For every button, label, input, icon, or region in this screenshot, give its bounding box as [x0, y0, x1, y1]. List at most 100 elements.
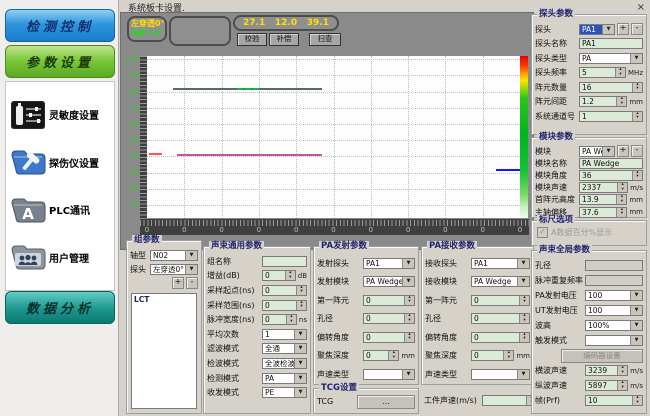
spinner-down-icon[interactable]: ▾: [405, 319, 414, 324]
module-select[interactable]: PA Wedge▼: [579, 146, 615, 157]
gain[interactable]: 0▴▾: [262, 270, 296, 281]
module-name-input[interactable]: PA Wedge: [579, 158, 643, 169]
module-velocity[interactable]: 2337▴▾: [579, 182, 628, 193]
sample-start[interactable]: 0▴▾: [262, 285, 307, 296]
module-angle[interactable]: 36▴▾: [579, 170, 643, 181]
spinner-buttons[interactable]: ▴▾: [616, 195, 626, 204]
spinner-buttons[interactable]: ▴▾: [632, 396, 642, 405]
chevron-down-icon[interactable]: ▼: [517, 370, 529, 379]
spinner-buttons[interactable]: ▴▾: [632, 112, 642, 121]
filter-mode-select[interactable]: 全通▼: [262, 343, 307, 354]
chevron-down-icon[interactable]: ▼: [294, 344, 306, 353]
spinner-buttons[interactable]: ▴▾: [617, 183, 627, 192]
spinner-down-icon[interactable]: ▾: [504, 356, 513, 361]
chevron-down-icon[interactable]: ▼: [602, 25, 614, 34]
remove-button[interactable]: -: [186, 277, 198, 289]
tx-focus-depth[interactable]: 0▴▾: [363, 350, 399, 361]
ut-voltage-select[interactable]: 100▼: [585, 305, 643, 316]
spinner-down-icon[interactable]: ▾: [616, 73, 625, 78]
detection-control-button[interactable]: 检测控制: [5, 9, 115, 42]
rx-focus-depth[interactable]: 0▴▾: [471, 350, 514, 361]
close-icon[interactable]: ×: [637, 3, 645, 13]
spinner-buttons[interactable]: ▴▾: [617, 381, 627, 390]
calibrate-button[interactable]: 校验: [237, 33, 267, 46]
main-axis-offset[interactable]: 37.6▴▾: [579, 207, 627, 218]
spinner-buttons[interactable]: ▴▾: [519, 333, 529, 342]
menu-item-sensitivity[interactable]: 灵敏度设置: [6, 100, 114, 130]
menu-item-flaw-detector[interactable]: 探伤仪设置: [6, 147, 114, 177]
rx-aperture[interactable]: 0▴▾: [471, 313, 530, 324]
rx-velocity-type-select[interactable]: ▼: [471, 369, 530, 380]
chevron-down-icon[interactable]: ▼: [185, 265, 197, 274]
probe-select[interactable]: PA1▼: [579, 24, 615, 35]
chevron-down-icon[interactable]: ▼: [630, 321, 642, 330]
transmit-module-select[interactable]: PA Wedge▼: [363, 276, 415, 287]
spinner-buttons[interactable]: ▴▾: [404, 333, 414, 342]
spinner-down-icon[interactable]: ▾: [297, 305, 306, 310]
workpiece-velocity[interactable]: ▴▾: [482, 395, 537, 406]
spinner-down-icon[interactable]: ▾: [520, 300, 529, 305]
probe-type-select[interactable]: PA▼: [579, 53, 643, 64]
sample-range[interactable]: 0▴▾: [262, 300, 307, 311]
chevron-down-icon[interactable]: ▼: [402, 370, 414, 379]
chevron-down-icon[interactable]: ▼: [294, 330, 306, 339]
chevron-down-icon[interactable]: ▼: [630, 306, 642, 315]
spinner-buttons[interactable]: ▴▾: [388, 351, 398, 360]
spinner-down-icon[interactable]: ▾: [297, 290, 306, 295]
spinner-down-icon[interactable]: ▾: [405, 337, 414, 342]
spinner-buttons[interactable]: ▴▾: [617, 366, 627, 375]
average-count-select[interactable]: 1▼: [262, 329, 307, 340]
first-element-height[interactable]: 13.9▴▾: [579, 194, 627, 205]
detection-mode-select[interactable]: PA▼: [262, 373, 307, 384]
spinner-down-icon[interactable]: ▾: [633, 175, 642, 180]
list-item[interactable]: LCT: [132, 294, 196, 305]
spinner-down-icon[interactable]: ▾: [520, 337, 529, 342]
spinner-down-icon[interactable]: ▾: [618, 371, 627, 376]
add-button[interactable]: +: [172, 277, 184, 289]
tx-aperture[interactable]: 0▴▾: [363, 313, 415, 324]
spinner-buttons[interactable]: ▴▾: [616, 97, 626, 106]
remove-button[interactable]: -: [631, 23, 643, 35]
spinner-buttons[interactable]: ▴▾: [296, 301, 306, 310]
menu-item-user-management[interactable]: 用户管理: [6, 242, 114, 272]
compensate-button[interactable]: 补偿: [269, 33, 299, 46]
pa-voltage-select[interactable]: 100▼: [585, 290, 643, 301]
spinner-down-icon[interactable]: ▾: [633, 87, 642, 92]
system-channel[interactable]: 1▴▾: [579, 111, 643, 122]
add-button[interactable]: +: [617, 145, 629, 157]
wave-height-select[interactable]: 100%▼: [585, 320, 643, 331]
tx-velocity-type-select[interactable]: ▼: [363, 369, 415, 380]
spinner-down-icon[interactable]: ▾: [618, 386, 627, 391]
spinner-down-icon[interactable]: ▾: [633, 116, 642, 121]
pulse-width[interactable]: 0▴▾: [262, 314, 297, 325]
spinner-buttons[interactable]: ▴▾: [615, 68, 625, 77]
frame-prf[interactable]: 10▴▾: [585, 395, 643, 406]
chevron-down-icon[interactable]: ▼: [402, 277, 414, 286]
shear-velocity[interactable]: 3239▴▾: [585, 365, 628, 376]
element-pitch[interactable]: 1.2▴▾: [579, 96, 627, 107]
spinner-down-icon[interactable]: ▾: [618, 188, 627, 193]
chevron-down-icon[interactable]: ▼: [602, 147, 614, 156]
chevron-down-icon[interactable]: ▼: [402, 259, 414, 268]
parameter-settings-button[interactable]: 参数设置: [5, 45, 115, 78]
spinner-down-icon[interactable]: ▾: [286, 276, 295, 281]
chevron-down-icon[interactable]: ▼: [630, 54, 642, 63]
group-name-input[interactable]: [262, 256, 307, 267]
chevron-down-icon[interactable]: ▼: [630, 291, 642, 300]
spinner-down-icon[interactable]: ▾: [287, 320, 296, 325]
chevron-down-icon[interactable]: ▼: [185, 251, 197, 260]
chevron-down-icon[interactable]: ▼: [517, 277, 529, 286]
rectification-mode-select[interactable]: 全波检波▼: [262, 358, 307, 369]
group-probe-select[interactable]: 左穿透0°▼: [150, 264, 198, 275]
rx-deflection-angle[interactable]: 0▴▾: [471, 332, 530, 343]
spinner-buttons[interactable]: ▴▾: [404, 296, 414, 305]
chevron-down-icon[interactable]: ▼: [517, 259, 529, 268]
chevron-down-icon[interactable]: ▼: [630, 336, 642, 345]
chevron-down-icon[interactable]: ▼: [294, 388, 306, 397]
tx-deflection-angle[interactable]: 0▴▾: [363, 332, 415, 343]
axis-type-select[interactable]: N02▼: [150, 250, 198, 261]
spinner-buttons[interactable]: ▴▾: [285, 271, 295, 280]
spinner-down-icon[interactable]: ▾: [389, 356, 398, 361]
spinner-down-icon[interactable]: ▾: [617, 212, 626, 217]
spinner-buttons[interactable]: ▴▾: [296, 286, 306, 295]
